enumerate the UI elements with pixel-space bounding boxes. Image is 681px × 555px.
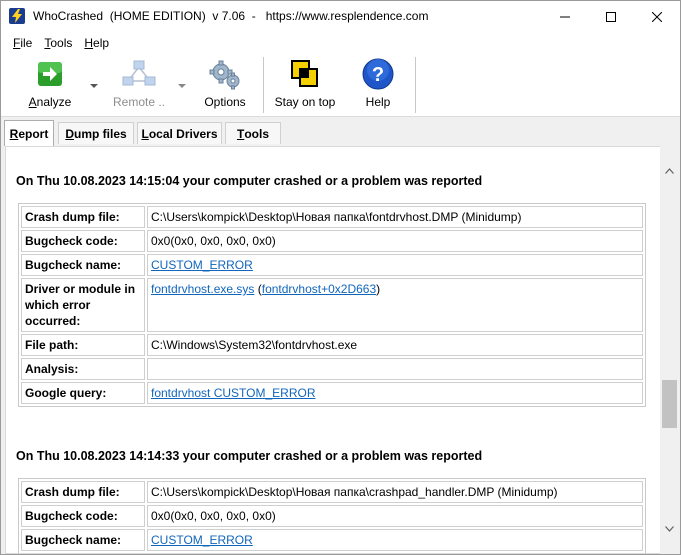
analyze-mnemonic: A [28, 95, 37, 109]
bugcheck-name-link[interactable]: CUSTOM_ERROR [151, 533, 253, 547]
crash-heading: On Thu 10.08.2023 14:14:33 your computer… [16, 449, 483, 463]
scrollbar-thumb[interactable] [662, 380, 677, 428]
driver-link[interactable]: fontdrvhost.exe.sys [151, 282, 254, 296]
toolbar: Analyze Remote .. Options Stay on top ? … [1, 53, 680, 117]
green-arrow-icon [33, 57, 67, 91]
menu-bar: File Tools Help [1, 32, 680, 53]
table-row: Bugcheck code: 0x0(0x0, 0x0, 0x0, 0x0) [21, 505, 643, 527]
tab-strip: Report Dump files Local Drivers Tools [1, 118, 680, 146]
help-label: Help [365, 95, 391, 109]
toolbar-separator [263, 57, 264, 113]
minimize-button[interactable] [542, 1, 588, 32]
stay-on-top-button[interactable]: Stay on top [271, 57, 339, 113]
remote-dropdown-arrow-icon[interactable] [177, 80, 187, 90]
crash-dump-file-value: C:\Users\kompick\Desktop\Новая папка\cra… [147, 481, 643, 503]
analysis-value [147, 358, 643, 380]
gears-icon [208, 57, 242, 91]
remote-button[interactable]: Remote .. [107, 57, 171, 113]
crash-heading: On Thu 10.08.2023 14:15:04 your computer… [16, 174, 483, 188]
app-window: WhoCrashed (HOME EDITION) v 7.06 - https… [0, 0, 681, 555]
table-row: Analysis: [21, 358, 643, 380]
remote-label: Remote .. [112, 95, 166, 109]
crash-report-1: On Thu 10.08.2023 14:15:04 your computer… [16, 171, 656, 407]
crash-details-table: Crash dump file: C:\Users\kompick\Deskto… [18, 203, 646, 407]
bugcheck-code-label: Bugcheck code: [21, 230, 145, 252]
bugcheck-code-value: 0x0(0x0, 0x0, 0x0, 0x0) [147, 505, 643, 527]
file-path-value: C:\Windows\System32\fontdrvhost.exe [147, 334, 643, 356]
crash-details-table: Crash dump file: C:\Users\kompick\Deskto… [18, 478, 646, 553]
crash-report-2: On Thu 10.08.2023 14:14:33 your computer… [16, 446, 656, 553]
maximize-button[interactable] [588, 1, 634, 32]
stacked-windows-icon [288, 57, 322, 91]
options-button[interactable]: Options [197, 57, 253, 113]
driver-or-module-label: Driver or module in which error occurred… [21, 278, 145, 332]
table-row: Bugcheck name: CUSTOM_ERROR [21, 529, 643, 551]
scroll-down-icon[interactable] [660, 520, 679, 537]
tab-dump-files[interactable]: Dump files [58, 122, 134, 144]
analyze-label: nalyze [36, 95, 72, 109]
close-button[interactable] [634, 1, 680, 32]
tab-report[interactable]: Report [4, 120, 54, 146]
menu-tools[interactable]: Tools [38, 36, 78, 50]
analyze-button[interactable]: Analyze [25, 57, 75, 113]
table-row: Crash dump file: C:\Users\kompick\Deskto… [21, 481, 643, 503]
crash-dump-file-label: Crash dump file: [21, 206, 145, 228]
table-row: Bugcheck name: CUSTOM_ERROR [21, 254, 643, 276]
tab-tools[interactable]: Tools [225, 122, 281, 144]
tab-local-drivers[interactable]: Local Drivers [137, 122, 222, 144]
driver-offset-link[interactable]: fontdrvhost+0x2D663 [262, 282, 376, 296]
crash-dump-file-value: C:\Users\kompick\Desktop\Новая папка\fon… [147, 206, 643, 228]
table-row: Google query: fontdrvhost CUSTOM_ERROR [21, 382, 643, 404]
table-row: File path: C:\Windows\System32\fontdrvho… [21, 334, 643, 356]
toolbar-separator-2 [415, 57, 416, 113]
table-row: Crash dump file: C:\Users\kompick\Deskto… [21, 206, 643, 228]
menu-file[interactable]: File [7, 36, 38, 50]
svg-text:?: ? [372, 64, 384, 86]
vertical-scrollbar[interactable] [660, 146, 679, 554]
lightning-app-icon [9, 8, 25, 24]
bugcheck-name-label: Bugcheck name: [21, 529, 145, 551]
title-bar[interactable]: WhoCrashed (HOME EDITION) v 7.06 - https… [1, 1, 680, 32]
analyze-dropdown-arrow-icon[interactable] [89, 80, 99, 90]
report-view[interactable]: On Thu 10.08.2023 14:15:04 your computer… [5, 146, 661, 554]
scroll-up-icon[interactable] [660, 162, 679, 179]
options-label: Options [204, 95, 246, 109]
network-icon [122, 57, 156, 91]
analysis-label: Analysis: [21, 358, 145, 380]
question-icon: ? [361, 57, 395, 91]
table-row: Driver or module in which error occurred… [21, 278, 643, 332]
file-path-label: File path: [21, 334, 145, 356]
help-button[interactable]: ? Help [357, 57, 399, 113]
table-row: Bugcheck code: 0x0(0x0, 0x0, 0x0, 0x0) [21, 230, 643, 252]
window-title: WhoCrashed (HOME EDITION) v 7.06 - https… [33, 9, 429, 23]
bugcheck-name-label: Bugcheck name: [21, 254, 145, 276]
bugcheck-name-link[interactable]: CUSTOM_ERROR [151, 258, 253, 272]
bugcheck-code-value: 0x0(0x0, 0x0, 0x0, 0x0) [147, 230, 643, 252]
crash-dump-file-label: Crash dump file: [21, 481, 145, 503]
menu-help[interactable]: Help [78, 36, 115, 50]
google-query-link[interactable]: fontdrvhost CUSTOM_ERROR [151, 386, 316, 400]
google-query-label: Google query: [21, 382, 145, 404]
bugcheck-code-label: Bugcheck code: [21, 505, 145, 527]
stay-on-top-label: Stay on top [274, 95, 336, 109]
